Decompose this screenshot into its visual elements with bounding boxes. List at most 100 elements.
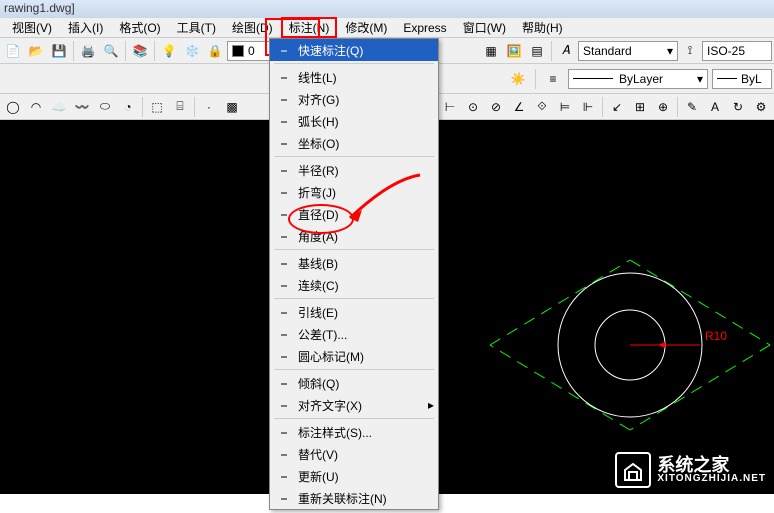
menu-item-label: 公差(T)... xyxy=(294,326,434,343)
menu-format[interactable]: 格式(O) xyxy=(111,17,168,38)
layers-icon[interactable]: 📚 xyxy=(129,40,151,62)
chevron-down-icon: ▾ xyxy=(697,72,703,86)
menu-separator xyxy=(274,298,434,299)
diameter-icon: ⎯ xyxy=(274,206,294,222)
leader-icon[interactable]: ↙ xyxy=(606,96,628,118)
preview-icon[interactable]: 🔍 xyxy=(100,40,122,62)
menu-tools[interactable]: 工具(T) xyxy=(169,17,224,38)
menu-item-oblique-icon[interactable]: ⎯倾斜(Q) xyxy=(270,372,438,394)
menu-item-linear-icon[interactable]: ⎯线性(L) xyxy=(270,66,438,88)
rev-icon[interactable]: ☁️ xyxy=(48,96,70,118)
menu-item-label: 标注样式(S)... xyxy=(294,424,434,441)
menu-item-radius-icon[interactable]: ⎯半径(R) xyxy=(270,159,438,181)
menu-item-baseline-icon[interactable]: ⎯基线(B) xyxy=(270,252,438,274)
dim-quick-icon[interactable]: ⟐ xyxy=(531,96,553,118)
tolerance-icon[interactable]: ⊞ xyxy=(629,96,651,118)
menu-window[interactable]: 窗口(W) xyxy=(455,17,514,38)
dim-ord-icon[interactable]: ⊢ xyxy=(439,96,461,118)
menu-item-align-text-icon[interactable]: ⎯对齐文字(X)▸ xyxy=(270,394,438,416)
menu-item-label: 更新(U) xyxy=(294,468,434,485)
menu-item-center-icon[interactable]: ⎯圆心标记(M) xyxy=(270,345,438,367)
lineweight-combo[interactable]: ByL xyxy=(712,69,772,89)
watermark-en: XITONGZHIJIA.NET xyxy=(657,474,766,484)
menu-item-reassoc-icon[interactable]: ⎯重新关联标注(N) xyxy=(270,487,438,509)
menu-item-override-icon[interactable]: ⎯替代(V) xyxy=(270,443,438,465)
ellipse-icon[interactable]: ⬭ xyxy=(94,96,116,118)
ltype-icon[interactable]: ☀️ xyxy=(507,68,529,90)
menu-item-label: 重新关联标注(N) xyxy=(294,490,434,507)
new-icon[interactable]: 📄 xyxy=(2,40,24,62)
menu-item-label: 角度(A) xyxy=(294,228,434,245)
menu-item-angular-icon[interactable]: ⎯角度(A) xyxy=(270,225,438,247)
menu-item-label: 连续(C) xyxy=(294,277,434,294)
dimension-dropdown-menu: ⎯快速标注(Q)⎯线性(L)⎯对齐(G)⎯弧长(H)⎯坐标(O)⎯半径(R)⎯折… xyxy=(269,38,439,510)
align-text-icon: ⎯ xyxy=(274,397,294,413)
document-title: rawing1.dwg] xyxy=(4,1,75,15)
title-bar: rawing1.dwg] xyxy=(0,0,774,18)
dim-dia-icon[interactable]: ⊘ xyxy=(485,96,507,118)
dim-rad-icon[interactable]: ⊙ xyxy=(462,96,484,118)
ltype-mgr-icon[interactable]: ≡ xyxy=(542,68,564,90)
menu-view[interactable]: 视图(V) xyxy=(4,17,60,38)
menu-item-diameter-icon[interactable]: ⎯直径(D) xyxy=(270,203,438,225)
arc-icon[interactable]: ◠ xyxy=(25,96,47,118)
menu-item-label: 弧长(H) xyxy=(294,113,434,130)
layer-state-icon[interactable]: 💡 xyxy=(158,40,180,62)
center-icon[interactable]: ⊕ xyxy=(652,96,674,118)
menu-item-ordinate-icon[interactable]: ⎯坐标(O) xyxy=(270,132,438,154)
circle-icon[interactable]: ◯ xyxy=(2,96,24,118)
dim-base-icon[interactable]: ⊨ xyxy=(554,96,576,118)
menu-bar: 视图(V) 插入(I) 格式(O) 工具(T) 绘图(D) 标注(N) 修改(M… xyxy=(0,18,774,38)
dim-ang-icon[interactable]: ∠ xyxy=(508,96,530,118)
dim-update-icon[interactable]: ↻ xyxy=(727,96,749,118)
menu-item-update-icon[interactable]: ⎯更新(U) xyxy=(270,465,438,487)
plot-icon[interactable]: 🖨️ xyxy=(77,40,99,62)
dim-style-icon[interactable]: ⟟ xyxy=(679,40,701,62)
menu-modify[interactable]: 修改(M) xyxy=(337,17,395,38)
menu-express[interactable]: Express xyxy=(395,19,454,37)
menu-item-jogged-icon[interactable]: ⎯折弯(J) xyxy=(270,181,438,203)
menu-help[interactable]: 帮助(H) xyxy=(514,17,571,38)
menu-dimension[interactable]: 标注(N) xyxy=(281,17,338,38)
block-icon[interactable]: ⬚ xyxy=(146,96,168,118)
spline-icon[interactable]: 〰️ xyxy=(71,96,93,118)
dim-cont-icon[interactable]: ⊩ xyxy=(577,96,599,118)
dim-style-combo[interactable]: ISO-25 xyxy=(702,41,772,61)
raster-icon[interactable]: 🖼️ xyxy=(503,40,525,62)
menu-item-continue-icon[interactable]: ⎯连续(C) xyxy=(270,274,438,296)
update-icon: ⎯ xyxy=(274,468,294,484)
separator xyxy=(194,97,195,117)
menu-item-arc-icon[interactable]: ⎯弧长(H) xyxy=(270,110,438,132)
menu-insert[interactable]: 插入(I) xyxy=(60,17,111,38)
menu-item-quick-dim-icon[interactable]: ⎯快速标注(Q) xyxy=(270,39,438,61)
menu-item-tolerance-icon[interactable]: ⎯公差(T)... xyxy=(270,323,438,345)
linetype-combo[interactable]: ByLayer ▾ xyxy=(568,69,708,89)
dim-edit-icon[interactable]: ✎ xyxy=(681,96,703,118)
open-icon[interactable]: 📂 xyxy=(25,40,47,62)
ordinate-icon: ⎯ xyxy=(274,135,294,151)
ellipse-arc-icon[interactable]: ◔ xyxy=(117,96,139,118)
menu-separator xyxy=(274,418,434,419)
separator xyxy=(551,41,552,61)
menu-draw[interactable]: 绘图(D) xyxy=(224,17,281,38)
table-icon[interactable]: ▤ xyxy=(526,40,548,62)
menu-item-label: 引线(E) xyxy=(294,304,434,321)
hatch-icon[interactable]: ▦ xyxy=(480,40,502,62)
point-icon[interactable]: · xyxy=(198,96,220,118)
menu-item-aligned-icon[interactable]: ⎯对齐(G) xyxy=(270,88,438,110)
lock-icon[interactable]: 🔒 xyxy=(204,40,226,62)
menu-item-leader-icon[interactable]: ⎯引线(E) xyxy=(270,301,438,323)
menu-item-dim-style-icon[interactable]: ⎯标注样式(S)... xyxy=(270,421,438,443)
hatch-icon2[interactable]: ▩ xyxy=(221,96,243,118)
save-icon[interactable]: 💾 xyxy=(48,40,70,62)
insert-icon[interactable]: ⌸ xyxy=(169,96,191,118)
freeze-icon[interactable]: ❄️ xyxy=(181,40,203,62)
dim-text-icon[interactable]: A xyxy=(704,96,726,118)
separator xyxy=(142,97,143,117)
text-style-value: Standard xyxy=(583,44,632,58)
text-style-icon[interactable]: 𝐴 xyxy=(555,40,577,62)
menu-item-label: 坐标(O) xyxy=(294,135,434,152)
text-style-combo[interactable]: Standard ▾ xyxy=(578,41,678,61)
dim-style-mgr-icon[interactable]: ⚙ xyxy=(750,96,772,118)
menu-separator xyxy=(274,156,434,157)
